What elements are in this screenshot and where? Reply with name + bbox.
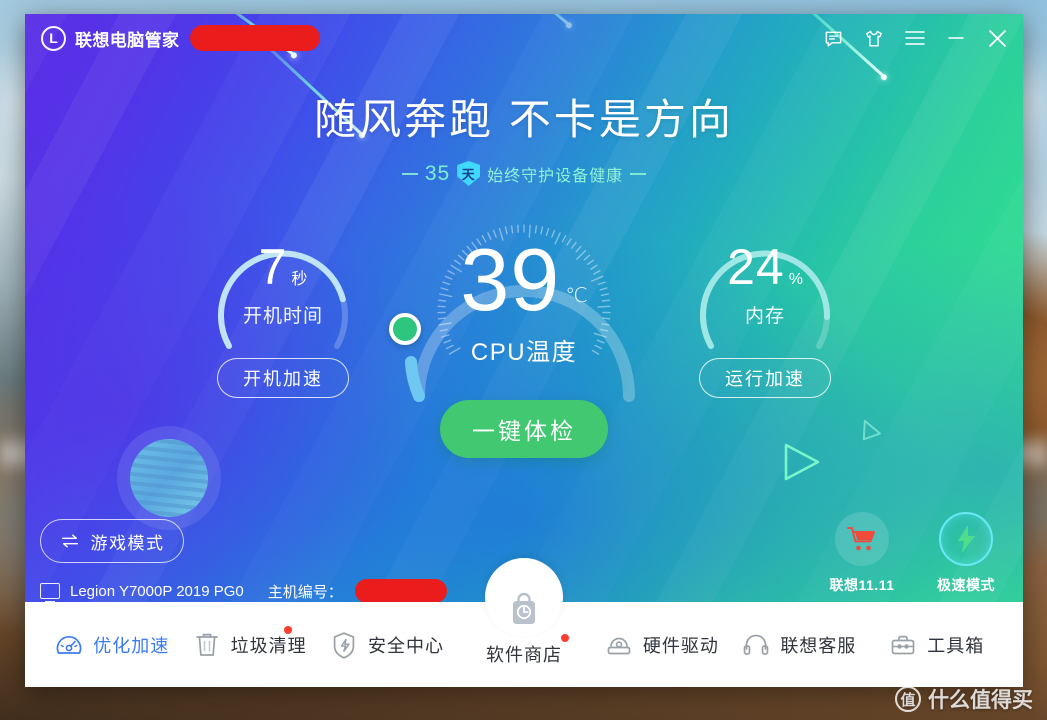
subslogan-dash-right [630, 172, 647, 175]
title-bar: L 联想电脑管家 [25, 14, 1023, 62]
nav-label-support: 联想客服 [780, 635, 857, 656]
nav-label-toolbox: 工具箱 [927, 635, 985, 656]
hero-slogan: 随风奔跑 不卡是方向 [314, 96, 734, 143]
gauges-row: 7秒 开机时间 开机加速 39 ℃ CPU温度 一键体检 24 % 内存 运行加… [25, 204, 1023, 474]
boot-time-gauge: 7秒 开机时间 开机加速 [193, 204, 373, 398]
watermark-logo-icon: 值 [895, 686, 921, 712]
cpu-gauge-ring: 39 ℃ CPU温度 [379, 186, 669, 436]
memory-value: 24 [727, 239, 785, 295]
skin-icon[interactable] [862, 26, 886, 50]
device-model: Legion Y7000P 2019 PG0 [70, 582, 244, 600]
cpu-temperature-unit: ℃ [565, 285, 588, 307]
cpu-temperature-label: CPU温度 [470, 339, 578, 366]
nav-item-store[interactable]: 软件商店 [455, 558, 592, 687]
store-raised-badge [484, 558, 563, 636]
one-click-checkup-button[interactable]: 一键体检 [440, 400, 608, 458]
memory-label: 内存 [744, 306, 785, 327]
watermark-text: 什么值得买 [928, 689, 1033, 712]
lenovo-logo-icon: L [41, 25, 66, 51]
close-button[interactable] [985, 26, 1009, 50]
nav-item-optimize[interactable]: 优化加速 [43, 602, 180, 687]
turbo-mode-label: 极速模式 [937, 577, 995, 593]
app-brand: L 联想电脑管家 [41, 25, 321, 51]
device-info: Legion Y7000P 2019 PG0 主机编号： [40, 579, 447, 602]
title-redaction-block [190, 25, 321, 51]
boot-time-value: 7 [258, 239, 288, 295]
game-mode-button[interactable]: 游戏模式 [40, 519, 184, 563]
boot-time-ring: 7秒 开机时间 [193, 204, 373, 372]
nav-label-drivers: 硬件驱动 [642, 635, 719, 656]
turbo-mode-widget[interactable]: 极速模式 [927, 512, 1005, 595]
trash-icon [192, 630, 222, 660]
shield-icon [329, 630, 359, 660]
nav-label-security: 安全中心 [368, 635, 445, 656]
toolbox-icon [888, 630, 918, 660]
speedometer-icon [54, 630, 84, 660]
headset-icon [741, 630, 771, 660]
app-title: 联想电脑管家 [75, 30, 180, 50]
boot-time-value-row: 7秒 [193, 242, 373, 292]
feedback-icon[interactable] [821, 26, 845, 50]
protection-days-count: 35 [424, 161, 451, 185]
hero-panel: L 联想电脑管家 随风奔跑 不卡是方向 35 天 始终守护设备健康 7 秒 开机… [25, 14, 1023, 602]
smzdm-watermark: 值 什么值得买 [895, 684, 1033, 714]
cpu-temperature-gauge: 39 ℃ CPU温度 一键体检 [379, 186, 669, 458]
nav-label-store: 软件商店 [485, 644, 562, 665]
day-shield-icon: 天 [457, 161, 481, 186]
swap-arrows-icon [61, 534, 78, 548]
nav-badge-clean [283, 626, 292, 634]
hero-widgets: 联想11.11 极速模式 [823, 512, 1005, 595]
serial-number-label: 主机编号： [267, 583, 343, 601]
nav-item-drivers[interactable]: 硬件驱动 [593, 602, 730, 687]
subslogan-text: 始终守护设备健康 [487, 167, 624, 185]
boot-time-unit: 秒 [291, 271, 308, 288]
shopping-bag-icon [512, 592, 535, 624]
nav-label-clean: 垃圾清理 [230, 635, 307, 656]
window-controls [821, 26, 1009, 50]
nav-item-security[interactable]: 安全中心 [318, 602, 455, 687]
minimize-button[interactable] [944, 26, 968, 50]
memory-ring: 24% 内存 [675, 204, 855, 372]
memory-usage-gauge: 24% 内存 运行加速 [675, 204, 855, 398]
bottom-navigation: 优化加速 垃圾清理 安全中心 软件商店 硬件驱动 联想客服 工具箱 [25, 558, 1023, 687]
lenovo-sale-label: 联想11.11 [829, 577, 895, 593]
subslogan-dash-left [401, 172, 418, 175]
memory-value-row: 24% [675, 242, 855, 292]
serial-number-redaction-block [354, 579, 447, 602]
game-mode-label: 游戏模式 [90, 533, 165, 553]
monitor-icon [40, 583, 60, 599]
nav-label-optimize: 优化加速 [93, 635, 170, 656]
nav-item-toolbox[interactable]: 工具箱 [868, 602, 1005, 687]
nav-item-clean[interactable]: 垃圾清理 [180, 602, 317, 687]
hardware-icon [604, 630, 634, 660]
boot-time-label: 开机时间 [242, 306, 323, 327]
lenovo-pc-manager-window: L 联想电脑管家 随风奔跑 不卡是方向 35 天 始终守护设备健康 7 秒 开机… [25, 14, 1023, 687]
nav-badge-store [560, 634, 569, 642]
memory-unit: % [788, 271, 803, 288]
cpu-value-row: 39 ℃ [379, 236, 669, 324]
menu-icon[interactable] [903, 26, 927, 50]
nav-item-support[interactable]: 联想客服 [730, 602, 867, 687]
lenovo-sale-widget[interactable]: 联想11.11 [823, 512, 901, 595]
lightning-bolt-icon [939, 512, 993, 566]
hero-slogan-block: 随风奔跑 不卡是方向 35 天 始终守护设备健康 [25, 86, 1023, 186]
shopping-cart-icon [835, 512, 889, 566]
cpu-temperature-value: 39 [460, 230, 561, 329]
hero-subslogan: 35 天 始终守护设备健康 [25, 161, 1023, 186]
